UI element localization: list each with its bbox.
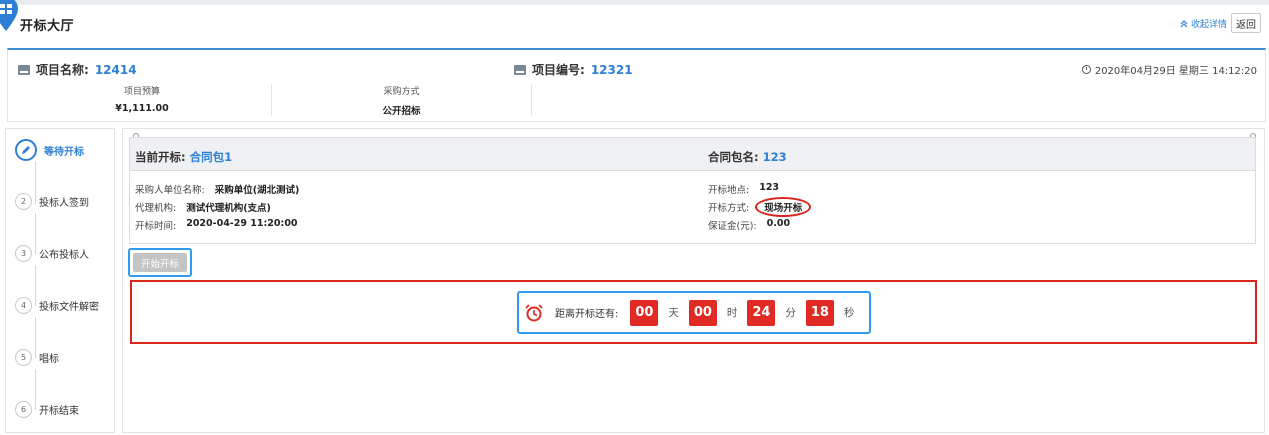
countdown-days: 00 [630,299,659,326]
seconds-unit: 秒 [843,307,855,319]
countdown-hours: 00 [688,299,717,326]
document-icon [514,64,526,75]
step-waiting[interactable]: 等待开标 [15,139,84,161]
step-number: 3 [15,245,32,262]
top-bar [0,0,1269,5]
contract-package-label: 合同包名: [708,150,759,164]
step-label: 开标结束 [39,406,79,417]
step-number: 4 [15,297,32,314]
countdown-minutes: 24 [747,299,776,326]
mode-value: 现场开标 [755,197,812,217]
deposit-row: 保证金(元): 0.00 [708,218,790,232]
current-opening: 当前开标: 合同包1 [135,149,232,165]
agency-row: 代理机构: 测试代理机构(支点) [135,200,271,214]
step-number: 5 [15,349,32,366]
opening-time-row: 开标时间: 2020-04-29 11:20:00 [135,218,298,232]
progress-steps: 等待开标 2 投标人签到 3 公布投标人 4 投标文件解密 5 唱标 6 开标结… [5,128,115,433]
step-number: 2 [15,193,32,210]
datetime-text: 2020年04月29日 星期三 14:12:20 [1094,66,1257,77]
contract-package-value: 123 [762,150,787,164]
buyer-row: 采购人单位名称: 采购单位(湖北测试) [135,182,299,196]
method-value: 公开招标 [382,106,421,117]
opening-time-label: 开标时间: [135,221,177,232]
step-number: 6 [15,401,32,418]
method-label: 采购方式 [383,87,420,97]
place-label: 开标地点: [708,185,750,196]
opening-time-value: 2020-04-29 11:20:00 [186,218,298,229]
countdown-panel: 距离开标还有: 00 天 00 时 24 分 18 秒 [130,280,1257,344]
alarm-clock-icon [525,303,543,321]
step-announce-bidders[interactable]: 3 公布投标人 [15,245,89,262]
project-code-label: 项目编号: [532,63,585,77]
project-code-value: 12321 [590,62,633,77]
agency-label: 代理机构: [135,203,177,214]
place-row: 开标地点: 123 [708,182,779,196]
location-pin-icon [0,0,18,31]
step-label: 公布投标人 [39,250,89,261]
countdown-seconds: 18 [805,299,834,326]
buyer-label: 采购人单位名称: [135,185,205,196]
step-bidder-signin[interactable]: 2 投标人签到 [15,193,89,210]
document-icon [18,64,30,75]
budget-value: ¥1,111.00 [115,103,169,114]
countdown-timer: 距离开标还有: 00 天 00 时 24 分 18 秒 [517,291,871,334]
minutes-unit: 分 [785,307,796,319]
project-info-panel: 项目名称: 12414 项目编号: 12321 2020年04月29日 星期三 … [7,48,1266,122]
days-unit: 天 [668,307,679,319]
budget-label: 项目预算 [123,87,160,97]
clock-icon [1081,65,1091,74]
step-label: 投标文件解密 [39,302,99,313]
mode-label: 开标方式: [708,203,750,214]
buyer-value: 采购单位(湖北测试) [214,185,300,196]
step-label: 等待开标 [44,146,84,158]
back-button[interactable]: 返回 [1231,13,1261,33]
current-opening-label: 当前开标: [135,150,186,164]
collapse-details-link[interactable]: 收起详情 [1180,17,1227,30]
deposit-value: 0.00 [766,218,791,229]
edit-icon [15,139,37,161]
step-label: 投标人签到 [39,198,89,209]
step-label: 唱标 [39,354,59,365]
mode-row: 开标方式: 现场开标 [708,197,812,217]
contract-header: 当前开标: 合同包1 合同包名: 123 [130,138,1255,171]
opening-main-panel: 当前开标: 合同包1 合同包名: 123 采购人单位名称: 采购单位(湖北测试) 代… [122,128,1265,433]
page-title: 开标大厅 [20,19,75,34]
project-code: 项目编号: 12321 [514,61,633,78]
place-value: 123 [759,182,780,193]
project-name-value: 12414 [94,62,137,77]
contract-info: 当前开标: 合同包1 合同包名: 123 采购人单位名称: 采购单位(湖北测试) 代… [129,137,1256,244]
start-opening-button[interactable]: 开始开标 [133,253,187,272]
method-stat: 采购方式 公开招标 [272,84,532,117]
deposit-label: 保证金(元): [708,221,757,232]
current-datetime: 2020年04月29日 星期三 14:12:20 [1081,62,1257,77]
agency-value: 测试代理机构(支点) [186,203,271,214]
step-read-bids[interactable]: 5 唱标 [15,349,59,366]
budget-stat: 项目预算 ¥1,111.00 [13,84,272,116]
collapse-details-label: 收起详情 [1191,20,1228,30]
start-button-highlight: 开始开标 [128,248,192,277]
step-opening-end[interactable]: 6 开标结束 [15,401,79,418]
contract-package: 合同包名: 123 [708,149,787,165]
step-decrypt-files[interactable]: 4 投标文件解密 [15,297,99,314]
countdown-label: 距离开标还有: [555,309,619,320]
current-opening-value: 合同包1 [189,150,233,164]
hours-unit: 时 [726,307,738,319]
chevron-up-icon [1180,19,1188,27]
project-name-label: 项目名称: [36,63,89,77]
project-name: 项目名称: 12414 [18,61,137,78]
